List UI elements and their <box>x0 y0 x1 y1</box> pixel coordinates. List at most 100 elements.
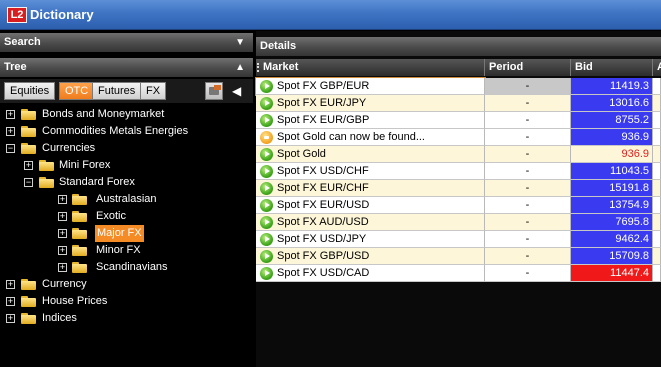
tree-node-label: Currencies <box>42 142 96 154</box>
tab-otc[interactable]: OTC <box>59 82 95 100</box>
table-row[interactable]: Spot FX EUR/JPY -13016.6 <box>256 95 661 112</box>
tab-futures[interactable]: Futures <box>92 82 142 100</box>
expand-icon[interactable]: + <box>6 127 15 136</box>
ask-cell[interactable] <box>653 265 661 282</box>
bid-cell[interactable]: 7695.8 <box>571 214 653 231</box>
expand-icon[interactable]: + <box>6 297 15 306</box>
period-cell[interactable]: - <box>485 95 571 112</box>
tree-panel-header[interactable]: Tree ▲ <box>0 58 253 77</box>
details-panel-header: Details <box>256 37 661 56</box>
market-cell[interactable]: Spot FX AUD/USD <box>256 214 485 231</box>
green-play-icon <box>260 250 273 263</box>
ask-cell[interactable] <box>653 163 661 180</box>
collapse-icon[interactable]: − <box>6 144 15 153</box>
bid-cell[interactable]: 13754.9 <box>571 197 653 214</box>
market-cell[interactable]: Spot FX EUR/CHF <box>256 180 485 197</box>
period-cell[interactable]: - <box>485 214 571 231</box>
tree-options-icon[interactable] <box>205 82 223 100</box>
bid-cell[interactable]: 15709.8 <box>571 248 653 265</box>
market-cell[interactable]: Spot FX GBP/EUR <box>255 77 486 96</box>
tab-fx[interactable]: FX <box>140 82 167 100</box>
ask-cell[interactable] <box>653 146 661 163</box>
expand-icon[interactable]: + <box>58 195 67 204</box>
table-row[interactable]: Spot Gold can now be found... -936.9 <box>256 129 661 146</box>
bid-cell[interactable]: 936.9 <box>571 146 653 163</box>
ask-cell[interactable] <box>653 129 661 146</box>
period-cell[interactable]: - <box>485 163 571 180</box>
bid-cell[interactable]: 8755.2 <box>571 112 653 129</box>
period-cell[interactable]: - <box>485 112 571 129</box>
column-header-period[interactable]: Period <box>485 59 571 76</box>
period-cell[interactable]: - <box>485 231 571 248</box>
table-row[interactable]: Spot FX USD/CAD -11447.4 <box>256 265 661 282</box>
expand-icon[interactable]: + <box>58 229 67 238</box>
triangle-down-icon[interactable]: ▼ <box>235 33 245 52</box>
expand-icon[interactable]: + <box>58 212 67 221</box>
tab-equities[interactable]: Equities <box>4 82 56 100</box>
market-name: Spot FX GBP/EUR <box>277 80 370 92</box>
collapse-icon[interactable]: − <box>24 178 33 187</box>
ask-cell[interactable] <box>653 95 661 112</box>
ask-cell[interactable] <box>653 214 661 231</box>
folder-icon <box>21 296 36 307</box>
column-header-market[interactable]: Market <box>256 59 485 76</box>
table-row[interactable]: Spot FX USD/JPY -9462.4 <box>256 231 661 248</box>
market-cell[interactable]: Spot FX EUR/GBP <box>256 112 485 129</box>
period-cell[interactable]: - <box>485 180 571 197</box>
market-cell[interactable]: Spot Gold <box>256 146 485 163</box>
expand-icon[interactable]: + <box>6 110 15 119</box>
bid-cell[interactable]: 13016.6 <box>571 95 653 112</box>
ask-cell[interactable] <box>653 180 661 197</box>
green-play-icon <box>260 97 273 110</box>
folder-icon <box>21 143 36 154</box>
table-row[interactable]: Spot Gold -936.9 <box>256 146 661 163</box>
column-header-ask[interactable]: A <box>653 59 661 76</box>
bid-cell[interactable]: 9462.4 <box>571 231 653 248</box>
ask-cell[interactable] <box>653 248 661 265</box>
bid-cell[interactable]: 11447.4 <box>571 265 653 282</box>
column-header-bid[interactable]: Bid <box>571 59 653 76</box>
triangle-left-icon[interactable]: ◀ <box>232 84 241 98</box>
market-cell[interactable]: Spot FX USD/CAD <box>256 265 485 282</box>
expand-icon[interactable]: + <box>58 246 67 255</box>
title-bar[interactable]: L2 Dictionary <box>0 0 661 30</box>
period-cell[interactable]: - <box>485 248 571 265</box>
bid-cell[interactable]: 936.9 <box>571 129 653 146</box>
table-row[interactable]: Spot FX AUD/USD -7695.8 <box>256 214 661 231</box>
period-cell[interactable]: - <box>485 146 571 163</box>
table-row[interactable]: Spot FX EUR/GBP -8755.2 <box>256 112 661 129</box>
period-cell[interactable]: - <box>485 129 571 146</box>
bid-cell[interactable]: 15191.8 <box>571 180 653 197</box>
period-cell[interactable]: - <box>485 265 571 282</box>
expand-icon[interactable]: + <box>24 161 33 170</box>
market-cell[interactable]: Spot Gold can now be found... <box>256 129 485 146</box>
market-cell[interactable]: Spot FX GBP/USD <box>256 248 485 265</box>
market-cell[interactable]: Spot FX USD/JPY <box>256 231 485 248</box>
expand-icon[interactable]: + <box>6 280 15 289</box>
search-panel-header[interactable]: Search ▼ <box>0 33 253 52</box>
period-cell[interactable]: - <box>485 197 571 214</box>
expand-icon[interactable]: + <box>6 314 15 323</box>
market-cell[interactable]: Spot FX USD/CHF <box>256 163 485 180</box>
details-panel-label: Details <box>260 40 297 52</box>
period-cell[interactable]: - <box>485 78 571 95</box>
ask-cell[interactable] <box>653 197 661 214</box>
left-panel: Search ▼ Tree ▲ Equities OTC Futures FX … <box>0 31 253 367</box>
tree-node-label: Exotic <box>96 210 126 222</box>
green-play-icon <box>260 80 273 93</box>
market-cell[interactable]: Spot FX EUR/USD <box>256 197 485 214</box>
table-row[interactable]: Spot FX GBP/USD -15709.8 <box>256 248 661 265</box>
ask-cell[interactable] <box>653 231 661 248</box>
triangle-up-icon[interactable]: ▲ <box>235 58 245 77</box>
market-cell[interactable]: Spot FX EUR/JPY <box>256 95 485 112</box>
column-grip-icon[interactable] <box>257 63 259 72</box>
table-row[interactable]: Spot FX GBP/EUR -11419.3 <box>255 77 661 96</box>
table-row[interactable]: Spot FX EUR/USD -13754.9 <box>256 197 661 214</box>
table-row[interactable]: Spot FX EUR/CHF -15191.8 <box>256 180 661 197</box>
table-row[interactable]: Spot FX USD/CHF -11043.5 <box>256 163 661 180</box>
bid-cell[interactable]: 11043.5 <box>571 163 653 180</box>
bid-cell[interactable]: 11419.3 <box>571 78 653 95</box>
ask-cell[interactable] <box>653 78 661 95</box>
ask-cell[interactable] <box>653 112 661 129</box>
expand-icon[interactable]: + <box>58 263 67 272</box>
